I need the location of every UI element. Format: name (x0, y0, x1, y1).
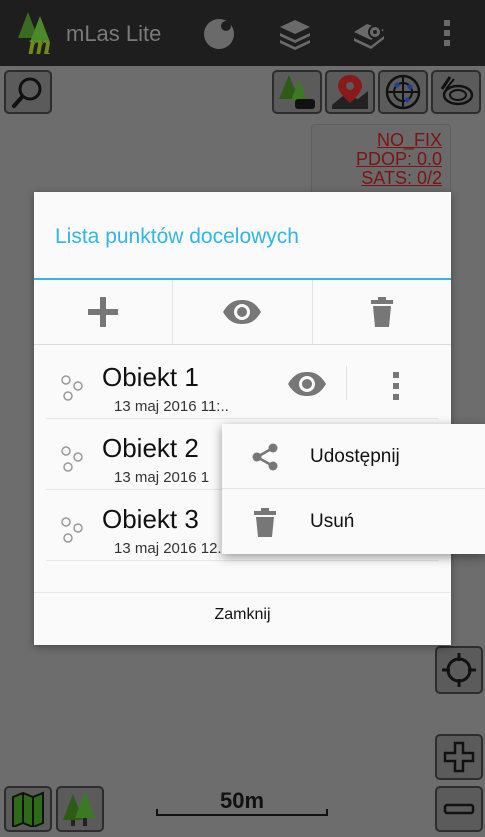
item-name: Obiekt 3 (102, 504, 199, 534)
share-icon (252, 443, 278, 471)
scale-label: 50m (219, 788, 265, 813)
delete-all-button[interactable] (313, 280, 451, 344)
crosshair-location-icon (442, 653, 476, 687)
zoom-out-button[interactable] (435, 786, 483, 832)
row-separator (346, 366, 347, 400)
map-layer-marker-icon[interactable] (350, 14, 388, 52)
point-cluster-icon (61, 446, 83, 472)
gps-sats: SATS: 0/2 (361, 168, 442, 188)
add-point-button[interactable] (34, 280, 174, 344)
item-context-menu: Udostępnij Usuń (222, 424, 485, 554)
zoom-in-button[interactable] (435, 734, 483, 780)
trash-icon (254, 508, 276, 537)
compass-rotate-icon (440, 76, 474, 106)
gps-status-panel: NO_FIX PDOP: 0.0 SATS: 0/2 (311, 124, 451, 198)
trees-icon (63, 792, 95, 826)
delete-menu-item[interactable]: Usuń (222, 488, 485, 553)
list-item[interactable]: Obiekt 1 13 maj 2016 11:.. (46, 348, 439, 419)
svg-text:m: m (28, 28, 51, 56)
app-logo: m (18, 12, 51, 56)
compass-button[interactable] (431, 70, 481, 114)
scale-tick-left (156, 809, 158, 816)
plus-icon (443, 741, 475, 773)
item-date: 13 maj 2016 11:.. (114, 398, 229, 415)
search-icon (12, 77, 42, 108)
trees-binoculars-icon (279, 75, 315, 109)
delete-label: Usuń (310, 511, 355, 532)
my-location-button[interactable] (435, 646, 483, 694)
show-all-button[interactable] (173, 280, 313, 344)
app-title: mLas Lite (66, 21, 162, 46)
gps-pdop: PDOP: 0.0 (355, 149, 442, 169)
target-point-button[interactable] (325, 70, 375, 114)
item-name: Obiekt 1 (102, 362, 199, 392)
item-date: 13 maj 2016 12... (114, 540, 230, 557)
close-button[interactable]: Zamknij (34, 592, 451, 637)
item-date: 13 maj 2016 1 (114, 469, 210, 486)
folded-map-icon (12, 791, 44, 827)
more-vert-icon[interactable] (390, 370, 402, 402)
forest-layer-button[interactable] (56, 786, 104, 832)
share-label: Udostępnij (310, 446, 400, 467)
map-pin-icon (332, 75, 368, 109)
map-mode-button[interactable] (4, 786, 52, 832)
forest-binoculars-button[interactable] (272, 70, 322, 114)
search-button[interactable] (4, 70, 52, 114)
plus-icon (88, 297, 119, 327)
point-cluster-icon (61, 517, 83, 543)
dialog-toolbar (34, 280, 451, 345)
eye-icon[interactable] (286, 370, 328, 398)
minus-icon (443, 803, 475, 815)
trash-icon (370, 297, 393, 327)
point-cluster-icon (61, 375, 83, 401)
overflow-menu-icon[interactable] (428, 14, 466, 52)
map-scale-bar: 50m (156, 788, 328, 826)
share-menu-item[interactable]: Udostępnij (222, 424, 485, 488)
eye-icon (223, 300, 262, 324)
satellite-button[interactable] (378, 70, 428, 114)
waypoint-list-dialog: Lista punktów docelowych Obiekt 1 13 maj… (34, 192, 451, 645)
layers-icon[interactable] (276, 14, 314, 52)
globe-icon[interactable] (200, 14, 238, 52)
gps-fix-status: NO_FIX (376, 130, 442, 150)
satellite-radar-icon (385, 74, 421, 110)
app-bar: m mLas Lite (0, 0, 485, 66)
item-name: Obiekt 2 (102, 433, 199, 463)
dialog-title: Lista punktów docelowych (55, 225, 299, 248)
scale-tick-right (326, 809, 328, 816)
scale-line (156, 814, 328, 816)
